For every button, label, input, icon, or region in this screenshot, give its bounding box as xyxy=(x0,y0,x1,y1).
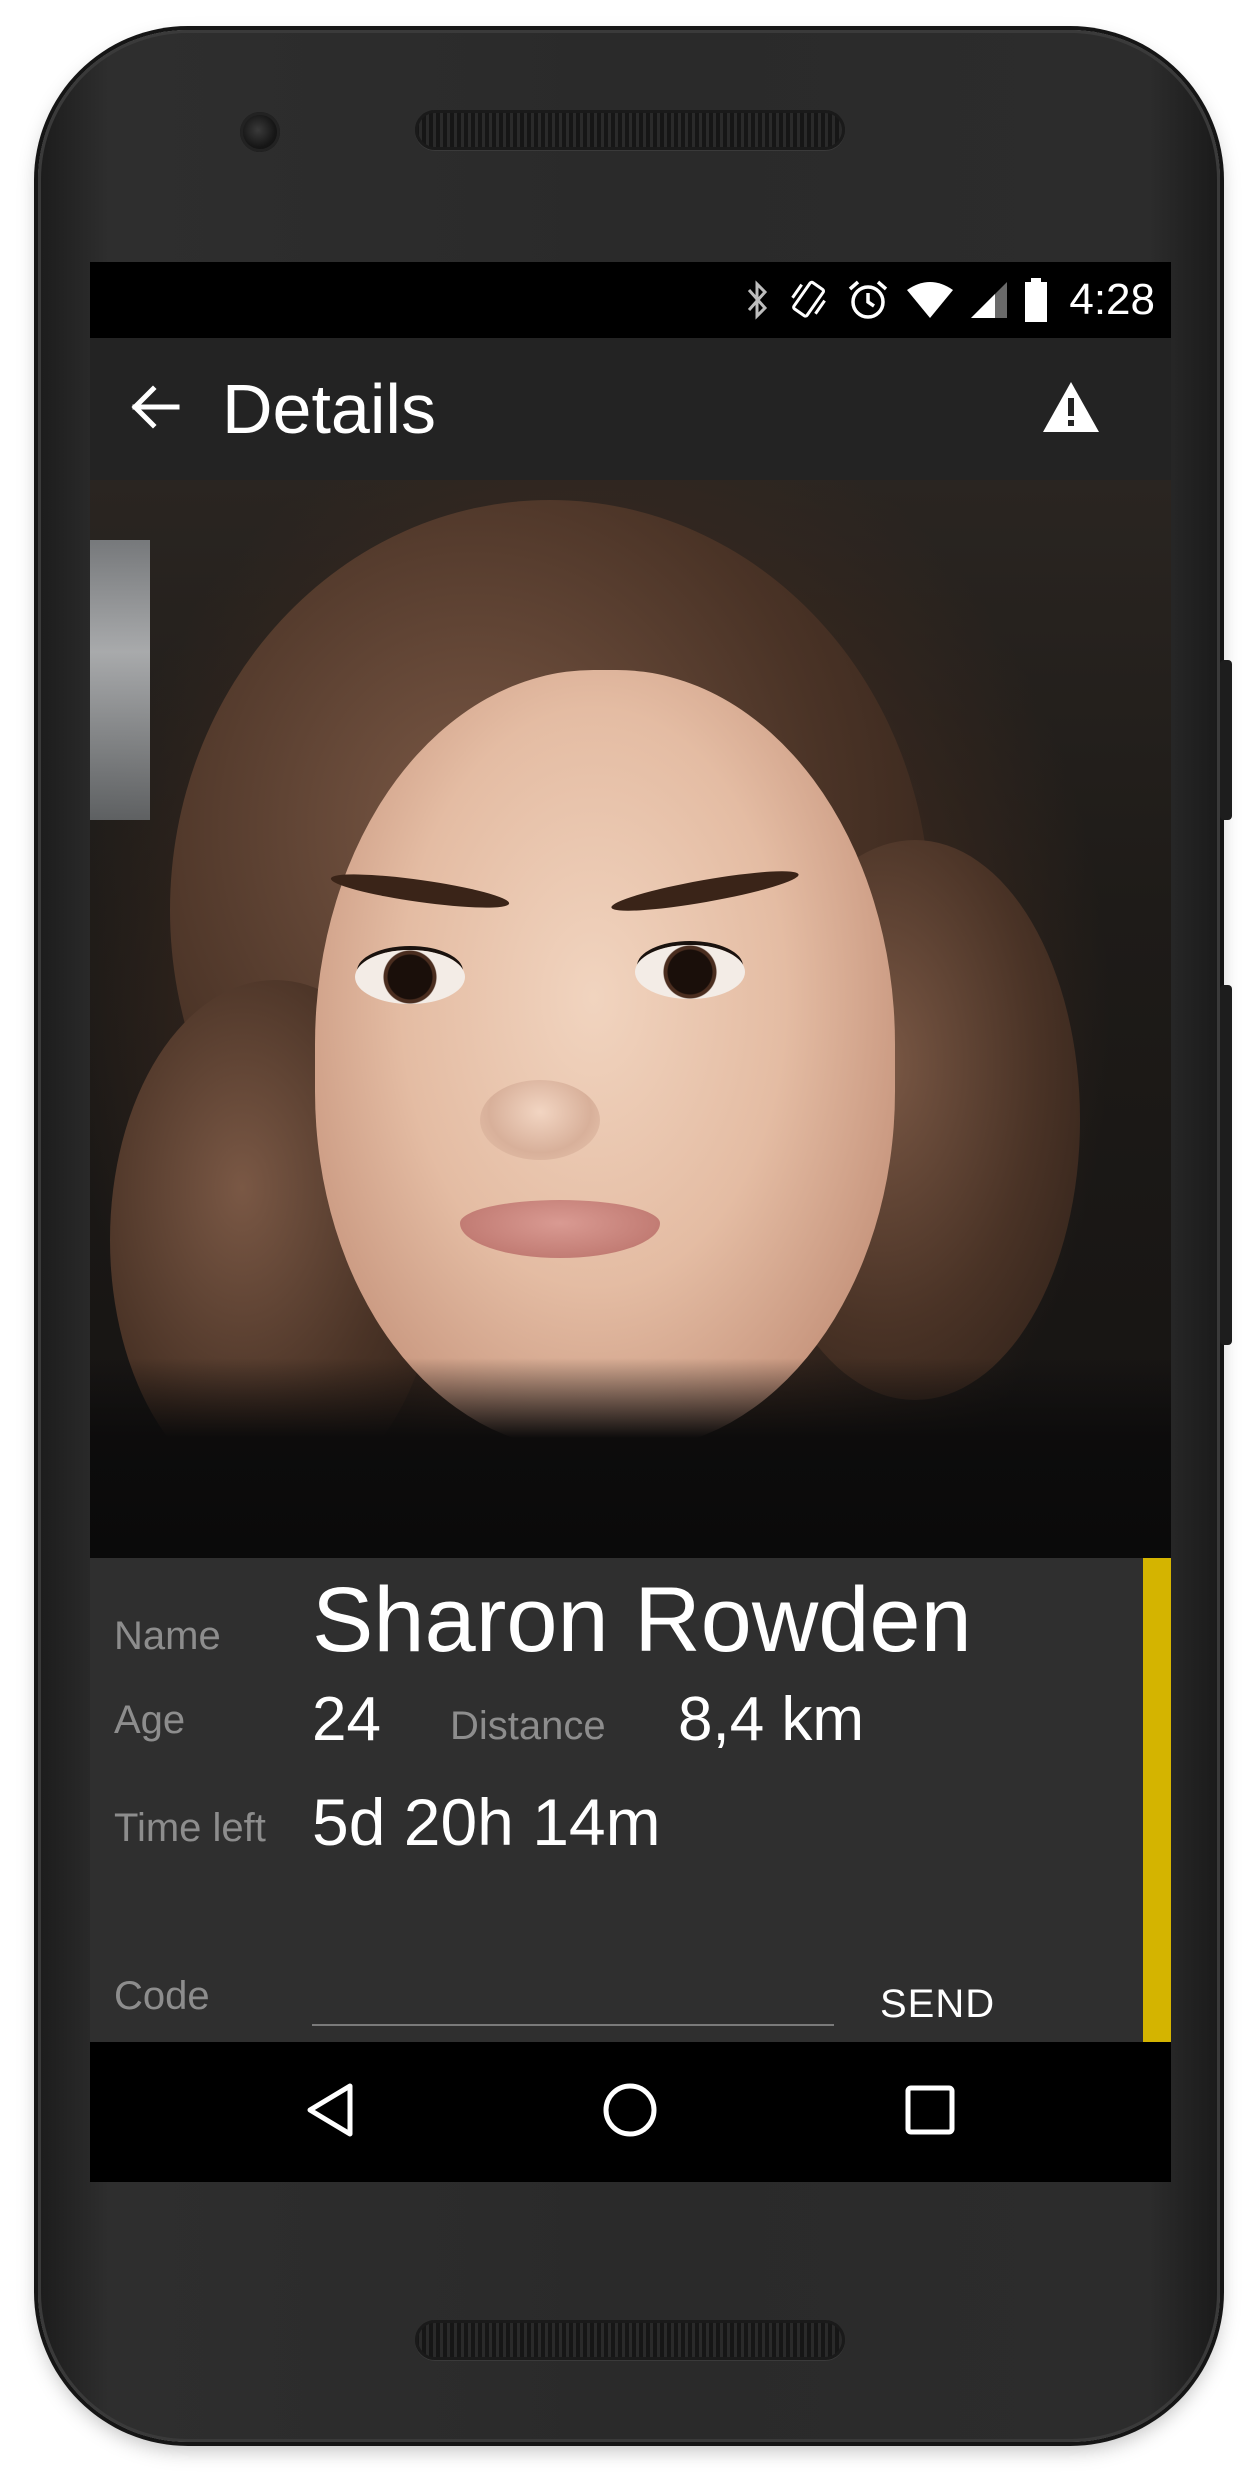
profile-photo xyxy=(90,480,1171,1558)
nav-recents-button[interactable] xyxy=(890,2072,970,2152)
left-eye xyxy=(355,950,465,1004)
nav-back-icon xyxy=(302,2080,358,2144)
distance-value: 8,4 km xyxy=(678,1685,865,1754)
send-button[interactable]: SEND xyxy=(880,1974,1030,2034)
code-label: Code xyxy=(114,1974,210,2018)
power-button xyxy=(1220,660,1232,820)
volume-rocker xyxy=(1220,985,1232,1345)
top-speaker-grille xyxy=(415,110,845,150)
age-value: 24 xyxy=(312,1685,381,1754)
nav-recents-icon xyxy=(903,2083,957,2141)
page-title: Details xyxy=(222,370,436,448)
wifi-icon xyxy=(905,280,955,320)
battery-icon xyxy=(1023,277,1049,323)
report-button[interactable] xyxy=(1031,374,1111,444)
arrow-back-icon xyxy=(127,379,183,439)
car-window xyxy=(90,540,150,820)
age-label: Age xyxy=(114,1698,186,1742)
bluetooth-icon xyxy=(743,278,771,322)
code-input[interactable] xyxy=(312,1968,834,2026)
right-eye xyxy=(635,945,745,999)
warning-icon xyxy=(1041,380,1101,438)
nav-back-button[interactable] xyxy=(290,2072,370,2152)
app-bar: Details xyxy=(90,338,1171,480)
front-camera xyxy=(240,112,280,152)
back-button[interactable] xyxy=(120,374,190,444)
status-time: 4:28 xyxy=(1069,275,1155,324)
status-icons: 4:28 xyxy=(743,262,1155,338)
name-label: Name xyxy=(114,1614,221,1658)
details-card: Name Sharon Rowden Age 24 Distance 8,4 k… xyxy=(90,1558,1171,2042)
time-left-label: Time left xyxy=(114,1806,266,1850)
accent-strip xyxy=(1143,1558,1171,2042)
name-value: Sharon Rowden xyxy=(312,1569,972,1671)
time-left-value: 5d 20h 14m xyxy=(312,1785,661,1859)
signal-icon xyxy=(969,280,1009,320)
nav-home-button[interactable] xyxy=(590,2072,670,2152)
nose xyxy=(480,1080,600,1160)
screen: 4:28 Details Name Sharon Rowden Age 24 D… xyxy=(90,262,1171,2182)
vibrate-icon xyxy=(785,277,831,323)
status-bar: 4:28 xyxy=(90,262,1171,338)
navigation-bar xyxy=(90,2042,1171,2182)
nav-home-icon xyxy=(600,2080,660,2144)
bottom-speaker-grille xyxy=(415,2320,845,2360)
distance-label: Distance xyxy=(450,1704,606,1748)
face xyxy=(315,670,895,1450)
alarm-icon xyxy=(845,277,891,323)
shirt xyxy=(90,1358,1171,1558)
